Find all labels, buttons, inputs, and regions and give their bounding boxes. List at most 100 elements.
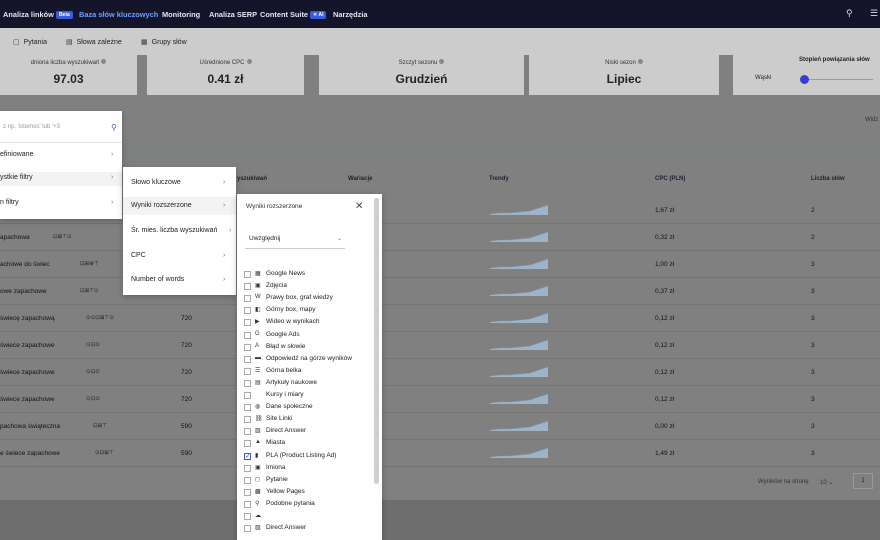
volume-cell: 720 — [181, 369, 192, 376]
menu-item-all-filters[interactable]: ystkie filtry › — [0, 172, 122, 186]
slider-track[interactable] — [809, 79, 873, 80]
menu-item-my-filters[interactable]: n filtry › — [0, 199, 122, 211]
search-icon[interactable]: ⚲ — [846, 8, 853, 19]
submenu-item-rich-results[interactable]: Wyniki rozszerzone › — [123, 197, 236, 215]
checkbox[interactable] — [244, 367, 251, 375]
chevron-down-icon: ⌄ — [337, 236, 343, 242]
th-cpc[interactable]: CPC (PLN) — [655, 176, 685, 182]
submenu-item-word-count[interactable]: Number of words › — [131, 276, 231, 283]
checkbox[interactable] — [244, 392, 251, 399]
subnav-slowa-zalezne[interactable]: ▤ Słowa zależne — [66, 38, 122, 46]
nav-monitoring[interactable]: Monitoring — [162, 10, 200, 19]
info-icon — [439, 59, 445, 64]
th-word-count[interactable]: Liczba słów — [811, 176, 845, 182]
checkbox[interactable] — [244, 283, 251, 291]
nav-baza-slow[interactable]: Baza słów kluczowych — [79, 10, 158, 19]
feature-icon: ▣ — [255, 464, 261, 471]
table-row[interactable]: e świece zapachowe ⊙⊡⊞⊤ 590 1,49 zł 3 — [0, 440, 880, 467]
table-row[interactable]: świecę zapachową ⊙⊙⊡⊞⊤⊙ 720 0,12 zł 3 — [0, 305, 880, 332]
checkbox[interactable] — [244, 525, 251, 533]
checkbox[interactable] — [244, 440, 251, 448]
filter-search-input[interactable]: z np. 'istemos' lub '+3 ⚲ — [0, 119, 122, 139]
serp-feature-icons: ⊙⊡⊙ — [86, 396, 100, 402]
nav-content-suite[interactable]: Content Suite ✕ AI — [260, 10, 327, 19]
option-label: Artykuły naukowe — [266, 378, 317, 386]
keyword-cell[interactable]: pachowa świąteczna — [0, 423, 60, 430]
view-label[interactable]: Widz — [865, 117, 878, 123]
word-count-cell: 2 — [811, 207, 815, 214]
checkbox[interactable] — [244, 343, 251, 351]
checkbox[interactable] — [244, 416, 251, 424]
cpc-cell: 0,00 zł — [655, 423, 675, 430]
search-icon[interactable]: ⚲ — [111, 123, 117, 132]
feature-icon: ▨ — [255, 525, 261, 532]
rich-results-panel: Wyniki rozszerzone ✕ Uwzględnij ⌄ ▦ Google… — [237, 194, 382, 540]
keyword-cell[interactable]: świece zapachowe — [0, 369, 55, 376]
th-trends[interactable]: Trendy — [489, 176, 509, 182]
keyword-cell[interactable]: achowe do świec — [0, 261, 50, 268]
word-count-cell: 3 — [811, 423, 815, 430]
trend-sparkline — [490, 286, 548, 296]
include-select[interactable]: Uwzględnij ⌄ — [245, 224, 345, 249]
nav-analiza-serp[interactable]: Analiza SERP — [209, 10, 257, 19]
nav-narzedzia[interactable]: Narzędzia — [333, 10, 368, 19]
keyword-cell[interactable]: owe zapachowe — [0, 288, 47, 295]
checkbox[interactable] — [244, 513, 251, 520]
menu-item-predefined[interactable]: efiniowane › — [0, 151, 122, 163]
info-icon — [246, 59, 252, 64]
word-count-cell: 3 — [811, 450, 815, 457]
serp-feature-icons: ⊡⊞⊤ — [93, 423, 108, 429]
checkbox[interactable]: ✓ — [244, 452, 251, 460]
checkbox[interactable] — [244, 331, 251, 339]
submenu-item-avg-volume[interactable]: Śr. mies. liczba wyszukiwań › — [131, 227, 231, 234]
keyword-cell[interactable]: świece zapachowe — [0, 396, 55, 403]
word-count-cell: 2 — [811, 234, 815, 241]
checkbox[interactable] — [244, 379, 251, 387]
feature-icon: ▲ — [255, 439, 261, 446]
checkbox[interactable] — [244, 319, 251, 327]
th-variations[interactable]: Wariacje — [348, 176, 372, 182]
keyword-cell[interactable]: apachowa — [0, 234, 30, 241]
checkbox[interactable] — [244, 271, 251, 278]
checkbox[interactable] — [244, 464, 251, 472]
trend-sparkline — [490, 313, 548, 323]
table-row[interactable]: świece zapachowe ⊙⊡⊙ 720 0,12 zł 3 — [0, 332, 880, 359]
close-icon[interactable]: ✕ — [355, 201, 363, 212]
per-page-label: Wyników na stronę — [758, 479, 809, 485]
feature-icon: ▤ — [255, 379, 261, 386]
cpc-cell: 0,12 zł — [655, 342, 675, 349]
chevron-right-icon: › — [223, 202, 226, 209]
top-navigation: Analiza linków Beta Baza słów kluczowych … — [0, 0, 880, 28]
keyword-cell[interactable]: świecę zapachową — [0, 315, 55, 322]
table-row[interactable]: świece zapachowe ⊙⊡⊙ 720 0,12 zł 3 — [0, 359, 880, 386]
submenu-item-keyword[interactable]: Słowo kluczowe › — [131, 179, 231, 186]
checkbox[interactable] — [244, 500, 251, 508]
checkbox[interactable] — [244, 428, 251, 436]
option-label: Błąd w słowie — [266, 342, 306, 350]
scrollbar[interactable] — [374, 198, 379, 484]
checkbox[interactable] — [244, 488, 251, 496]
table-row[interactable]: pachowa świąteczna ⊡⊞⊤ 590 0,00 zł 3 — [0, 413, 880, 440]
per-page-select[interactable]: 10 ⌄ — [820, 479, 833, 486]
checkbox[interactable] — [244, 295, 251, 303]
menu-icon[interactable]: ☰ — [870, 8, 878, 19]
submenu-item-cpc[interactable]: CPC › — [131, 252, 231, 259]
checkbox[interactable] — [244, 476, 251, 484]
table-row[interactable]: świece zapachowe ⊙⊡⊙ 720 0,12 zł 3 — [0, 386, 880, 413]
subnav-grupy-slow[interactable]: ▦ Grupy słów — [141, 38, 187, 46]
slider-handle[interactable] — [800, 75, 809, 84]
page-input[interactable]: 1 — [853, 473, 873, 489]
keyword-cell[interactable]: e świece zapachowe — [0, 450, 60, 457]
option-label: Miasta — [266, 439, 286, 447]
checkbox[interactable] — [244, 307, 251, 315]
footer — [0, 500, 880, 540]
keyword-cell[interactable]: świece zapachowe — [0, 342, 55, 349]
checkbox[interactable] — [244, 404, 251, 412]
serp-feature-icons: ⊡⊞⊤⊙ — [53, 234, 72, 240]
feature-icon: ◍ — [255, 404, 261, 411]
serp-feature-icons: ⊙⊙⊡⊞⊤⊙ — [86, 315, 114, 321]
subnav-pytania[interactable]: ▢ Pytania — [13, 38, 47, 46]
nav-analiza-linkow[interactable]: Analiza linków Beta — [3, 10, 73, 19]
checkbox[interactable] — [244, 355, 251, 363]
th-volume[interactable]: yszukiwań — [237, 176, 267, 182]
